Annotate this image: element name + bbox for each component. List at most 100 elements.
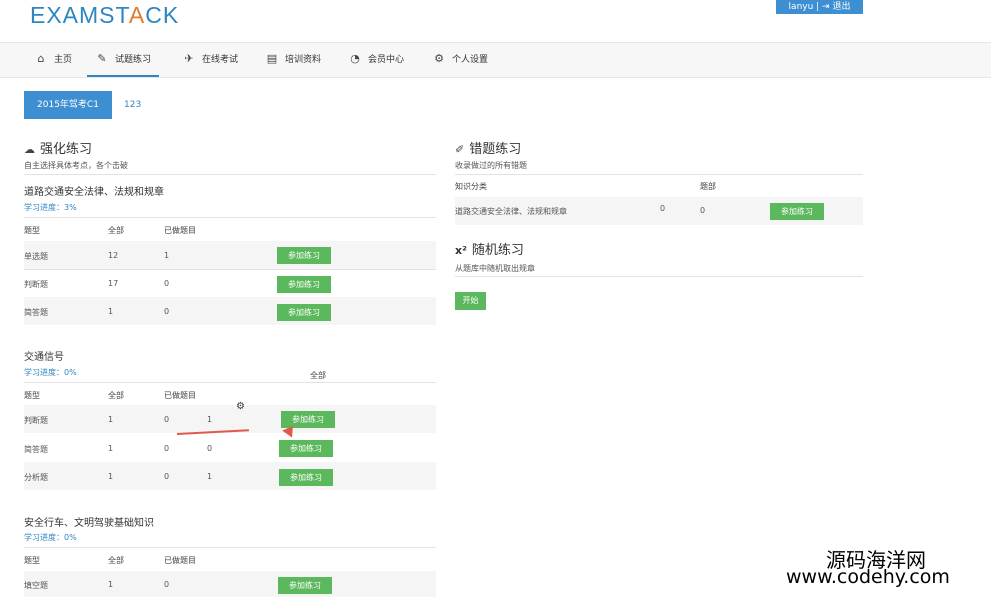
edit-icon: ✎ — [97, 52, 107, 65]
col-header-total: 题部 — [700, 182, 716, 191]
divider — [24, 174, 436, 175]
group-progress: 学习进度：0% — [24, 533, 77, 542]
cell-total: 1 — [108, 444, 114, 453]
join-practice-button[interactable]: 参加练习 — [277, 304, 331, 321]
cell-done: 1 — [164, 251, 170, 260]
cloud-icon: ☁ — [24, 143, 35, 156]
nav-item-training[interactable]: ▤ 培训资料 — [265, 43, 321, 77]
col-header-type: 题型 — [24, 391, 40, 400]
col-header-total: 全部 — [108, 391, 124, 400]
divider — [24, 382, 436, 383]
random-title-text: 随机练习 — [471, 243, 524, 258]
col-header-done: 已做题目 — [164, 226, 196, 235]
cell-done: 0 — [164, 580, 170, 589]
cell-mark: 0 — [660, 204, 666, 213]
cell-extra: 1 — [207, 472, 213, 481]
nav-item-label: 培训资料 — [285, 55, 322, 65]
nav-item-online-exam[interactable]: ✈ 在线考试 — [182, 43, 238, 77]
cell-done: 0 — [164, 279, 170, 288]
watermark-url: www.codehy.com — [786, 566, 950, 588]
wrong-title-text: 错题练习 — [469, 142, 522, 157]
nav-item-member[interactable]: ◔ 会员中心 — [348, 43, 404, 77]
cell-type: 分析题 — [24, 473, 48, 482]
main-nav: ⌂ 主页 ✎ 试题练习 ✈ 在线考试 ▤ 培训资料 ◔ 会员中心 ⚙ 个人设置 — [0, 42, 991, 78]
cell-type: 填空题 — [24, 581, 48, 590]
cell-type: 判断题 — [24, 416, 48, 425]
join-practice-button[interactable]: 参加练习 — [279, 440, 333, 457]
divider — [24, 217, 436, 218]
superscript-icon: x² — [455, 244, 467, 257]
col-header-category: 知识分类 — [455, 182, 487, 191]
nav-item-home[interactable]: ⌂ 主页 — [34, 43, 73, 77]
book-icon: ▤ — [266, 52, 278, 65]
cell-type: 简答题 — [24, 445, 48, 454]
divider — [24, 547, 436, 548]
nav-item-practice[interactable]: ✎ 试题练习 — [87, 43, 160, 77]
strengthen-title-text: 强化练习 — [40, 142, 93, 157]
cell-total: 1 — [108, 307, 114, 316]
join-practice-button[interactable]: 参加练习 — [277, 276, 331, 293]
cogs-icon: ⚙ — [236, 401, 245, 412]
cell-extra: 0 — [207, 444, 213, 453]
cell-total: 12 — [108, 251, 119, 260]
cell-total: 0 — [700, 206, 706, 215]
cell-done: 0 — [164, 307, 170, 316]
nav-item-label: 主页 — [54, 55, 73, 65]
cogs-icon: ⚙ — [434, 52, 444, 65]
paper-plane-icon: ✈ — [184, 52, 194, 65]
strengthen-description: 自主选择具体考点，各个击破 — [24, 161, 128, 170]
strengthen-section-title: ☁ 强化练习 — [24, 138, 92, 157]
nav-item-label: 个人设置 — [452, 55, 489, 65]
col-header-done: 已做题目 — [164, 391, 196, 400]
divider — [24, 269, 436, 270]
logo-text-rest: CK — [145, 2, 180, 28]
cell-done: 0 — [164, 472, 170, 481]
cell-done: 0 — [164, 444, 170, 453]
nav-item-label: 试题练习 — [115, 55, 152, 65]
join-practice-button[interactable]: 参加练习 — [278, 577, 332, 594]
table-row — [24, 297, 436, 325]
group-progress: 学习进度：0% — [24, 368, 77, 377]
nav-item-label: 在线考试 — [202, 55, 239, 65]
cell-type: 简答题 — [24, 308, 48, 317]
join-practice-button[interactable]: 参加练习 — [279, 469, 333, 486]
table-row — [24, 405, 436, 433]
table-row — [24, 462, 436, 490]
col-header-total: 全部 — [108, 226, 124, 235]
table-row — [24, 571, 436, 597]
col-header-type: 题型 — [24, 556, 40, 565]
nav-item-label: 会员中心 — [368, 55, 405, 65]
cell-total: 1 — [108, 415, 114, 424]
examstack-logo[interactable]: EXAMSTACK — [30, 2, 179, 29]
cell-type: 判断题 — [24, 280, 48, 289]
divider — [455, 276, 863, 277]
logo-text-accent: A — [128, 2, 146, 28]
cell-extra: 1 — [207, 415, 213, 424]
wrong-join-practice-button[interactable]: 参加练习 — [770, 203, 824, 220]
join-practice-button[interactable]: 参加练习 — [277, 247, 331, 264]
group-title: 安全行车、文明驾驶基础知识 — [24, 518, 154, 529]
cell-type: 单选题 — [24, 252, 48, 261]
cell-done: 0 — [164, 415, 170, 424]
cell-total: 1 — [108, 472, 114, 481]
nav-item-settings[interactable]: ⚙ 个人设置 — [432, 43, 488, 77]
wrong-section-title: ✐ 错题练习 — [455, 138, 521, 157]
group-progress: 学习进度：3% — [24, 203, 77, 212]
random-section-title: x² 随机练习 — [455, 239, 524, 258]
group-title: 交通信号 — [24, 352, 64, 363]
tab-subject-123[interactable]: 123 — [124, 91, 141, 119]
eraser-icon: ✐ — [455, 143, 465, 156]
wrong-description: 收录做过的所有错题 — [455, 161, 527, 170]
col-header-total: 全部 — [108, 556, 124, 565]
home-icon: ⌂ — [37, 52, 45, 65]
dashboard-icon: ◔ — [350, 52, 360, 65]
random-description: 从题库中随机取出规章 — [455, 264, 535, 273]
tab-subject-2015-c1[interactable]: 2015年驾考C1 — [24, 91, 112, 119]
cell-total: 1 — [108, 580, 114, 589]
divider — [455, 174, 863, 175]
cell-total: 17 — [108, 279, 119, 288]
random-start-button[interactable]: 开始 — [455, 292, 486, 310]
user-logout-box[interactable]: lanyu | ⇥ 退出 — [776, 0, 863, 14]
col-header-type: 题型 — [24, 226, 40, 235]
table-row — [24, 241, 436, 269]
